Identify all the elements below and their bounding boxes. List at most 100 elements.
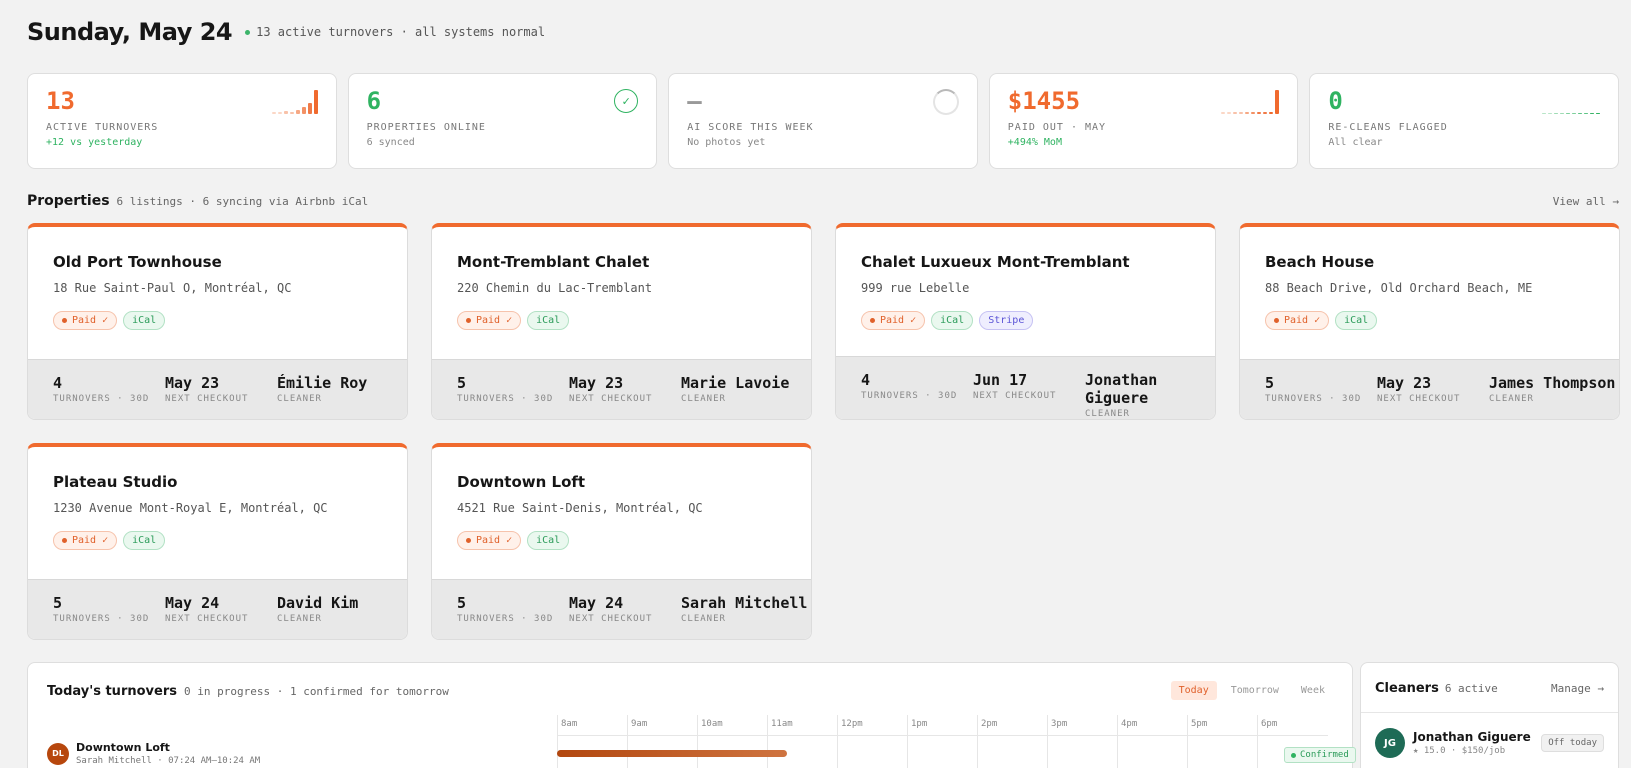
- property-name: Downtown Loft: [457, 473, 586, 491]
- page-header: Sunday, May 24 13 active turnovers · all…: [27, 18, 545, 46]
- hour-column: 10am: [697, 715, 723, 768]
- cleaner-name: Jonathan Giguere: [1413, 730, 1531, 744]
- status-dot: [245, 29, 251, 35]
- status-badge: Confirmed: [1284, 747, 1356, 763]
- metric-value: Sarah Mitchell: [681, 594, 808, 612]
- cleaner-metric: James Thompson CLEANER: [1489, 374, 1619, 419]
- stat-label: RE-CLEANS FLAGGED: [1328, 122, 1448, 133]
- property-card[interactable]: Old Port Townhouse 18 Rue Saint-Paul O, …: [27, 223, 408, 420]
- metric-caption: TURNOVERS · 30D: [457, 614, 554, 624]
- turnover-bar[interactable]: [557, 750, 787, 757]
- badge-list: Paid ✓ iCal: [53, 311, 382, 330]
- hour-column: 1pm: [907, 715, 927, 768]
- stat-ai-score[interactable]: — AI SCORE THIS WEEK No photos yet: [668, 73, 978, 169]
- turnover-row[interactable]: DL Downtown Loft Sarah Mitchell · 07:24 …: [47, 741, 260, 766]
- page-title: Sunday, May 24: [27, 18, 233, 46]
- paid-badge: Paid ✓: [457, 531, 522, 550]
- turnovers-metric: 4 TURNOVERS · 30D: [53, 374, 165, 419]
- metric-value: May 23: [569, 374, 624, 392]
- turnovers-panel: Today's turnovers 0 in progress · 1 conf…: [27, 662, 1356, 768]
- metric-caption: TURNOVERS · 30D: [53, 614, 150, 624]
- cleaner-row[interactable]: JG Jonathan Giguere ★ 15.0 · $150/job Of…: [1375, 728, 1604, 758]
- property-name: Chalet Luxueux Mont-Tremblant: [861, 253, 1130, 271]
- stat-note: +12 vs yesterday: [46, 137, 143, 148]
- metric-caption: NEXT CHECKOUT: [1377, 394, 1461, 404]
- tab-tomorrow[interactable]: Tomorrow: [1223, 681, 1287, 700]
- stat-note: All clear: [1328, 137, 1383, 148]
- metric-caption: TURNOVERS · 30D: [1265, 394, 1362, 404]
- hour-label: 8am: [561, 719, 578, 729]
- metric-value: May 24: [165, 594, 220, 612]
- turnovers-metric: 5 TURNOVERS · 30D: [457, 374, 569, 419]
- section-meta: 6 listings · 6 syncing via Airbnb iCal: [116, 195, 369, 208]
- next-checkout-metric: Jun 17 NEXT CHECKOUT: [973, 371, 1085, 419]
- check-circle-icon: ✓: [614, 89, 639, 113]
- hour-label: 11am: [771, 719, 793, 729]
- cleaner-metric: Marie Lavoie CLEANER: [681, 374, 811, 419]
- turnover-property: Downtown Loft: [76, 741, 170, 754]
- properties-header: Properties 6 listings · 6 syncing via Ai…: [27, 193, 1619, 209]
- stat-paid-out[interactable]: $1455 PAID OUT · MAY +494% MoM: [988, 73, 1299, 169]
- cleaner-metric: Jonathan Giguere CLEANER: [1085, 371, 1215, 419]
- metric-value: May 24: [569, 594, 624, 612]
- metric-value: Jun 17: [973, 371, 1028, 389]
- stat-note: +494% MoM: [1007, 137, 1062, 148]
- metric-caption: NEXT CHECKOUT: [165, 394, 249, 404]
- stat-properties-online[interactable]: 6 PROPERTIES ONLINE 6 synced ✓: [347, 73, 658, 169]
- stat-label: ACTIVE TURNOVERS: [46, 122, 159, 133]
- turnovers-metric: 4 TURNOVERS · 30D: [861, 371, 973, 419]
- hour-label: 4pm: [1121, 719, 1138, 729]
- manage-link[interactable]: Manage →: [1551, 682, 1604, 695]
- day-tabs: Today Tomorrow Week: [1170, 681, 1333, 700]
- property-card[interactable]: Downtown Loft 4521 Rue Saint-Denis, Mont…: [431, 443, 812, 640]
- property-card[interactable]: Mont-Tremblant Chalet 220 Chemin du Lac-…: [431, 223, 812, 420]
- hour-column: 12pm: [837, 715, 863, 768]
- property-card[interactable]: Chalet Luxueux Mont-Tremblant 999 rue Le…: [835, 223, 1216, 420]
- hour-column: 11am: [767, 715, 793, 768]
- metric-value: 4: [53, 374, 63, 392]
- metric-caption: CLEANER: [681, 394, 726, 404]
- metric-value: 5: [53, 594, 63, 612]
- metric-caption: CLEANER: [1489, 394, 1534, 404]
- property-name: Mont-Tremblant Chalet: [457, 253, 650, 271]
- metric-value: Émilie Roy: [277, 374, 368, 392]
- property-card[interactable]: Plateau Studio 1230 Avenue Mont-Royal E,…: [27, 443, 408, 640]
- metric-value: 4: [861, 371, 871, 389]
- timeline-divider: [557, 735, 1328, 736]
- sparkline-icon: [271, 88, 318, 114]
- badge-list: Paid ✓ iCal: [457, 311, 786, 330]
- property-grid: Old Port Townhouse 18 Rue Saint-Paul O, …: [27, 223, 1620, 640]
- metric-caption: CLEANER: [1085, 409, 1130, 419]
- hour-label: 5pm: [1191, 719, 1208, 729]
- stat-active-turnovers[interactable]: 13 ACTIVE TURNOVERS +12 vs yesterday: [27, 73, 337, 169]
- tab-today[interactable]: Today: [1170, 681, 1217, 700]
- stat-note: No photos yet: [687, 137, 766, 148]
- ical-badge: iCal: [527, 311, 570, 330]
- next-checkout-metric: May 23 NEXT CHECKOUT: [1377, 374, 1489, 419]
- property-address: 4521 Rue Saint-Denis, Montréal, QC: [457, 501, 703, 515]
- property-address: 1230 Avenue Mont-Royal E, Montréal, QC: [53, 501, 328, 515]
- tab-week[interactable]: Week: [1293, 681, 1333, 700]
- stat-value: —: [687, 87, 702, 115]
- stats-row: 13 ACTIVE TURNOVERS +12 vs yesterday 6 P…: [27, 73, 1619, 169]
- stripe-badge: Stripe: [979, 311, 1034, 330]
- stat-recleans[interactable]: 0 RE-CLEANS FLAGGED All clear: [1309, 73, 1619, 169]
- view-all-link[interactable]: View all →: [1553, 195, 1619, 208]
- panel-title: Today's turnovers: [47, 684, 177, 699]
- property-avatar: DL: [47, 742, 69, 765]
- property-card[interactable]: Beach House 88 Beach Drive, Old Orchard …: [1239, 223, 1620, 420]
- badge-list: Paid ✓ iCal: [53, 531, 382, 550]
- cleaners-panel: Cleaners 6 active Manage → JG Jonathan G…: [1360, 662, 1619, 768]
- ical-badge: iCal: [123, 531, 166, 550]
- ical-badge: iCal: [931, 311, 974, 330]
- ical-badge: iCal: [1335, 311, 1378, 330]
- metric-caption: NEXT CHECKOUT: [569, 394, 653, 404]
- hour-label: 1pm: [911, 719, 928, 729]
- turnover-detail: Sarah Mitchell · 07:24 AM–10:24 AM: [76, 756, 261, 766]
- paid-badge: Paid ✓: [53, 311, 118, 330]
- paid-badge: Paid ✓: [457, 311, 522, 330]
- turnovers-metric: 5 TURNOVERS · 30D: [53, 594, 165, 639]
- property-name: Old Port Townhouse: [53, 253, 222, 271]
- timeline: 8am 9am 10am 11am 12pm 1pm 2pm 3pm 4pm 5…: [557, 715, 1328, 768]
- section-title: Properties: [27, 193, 110, 209]
